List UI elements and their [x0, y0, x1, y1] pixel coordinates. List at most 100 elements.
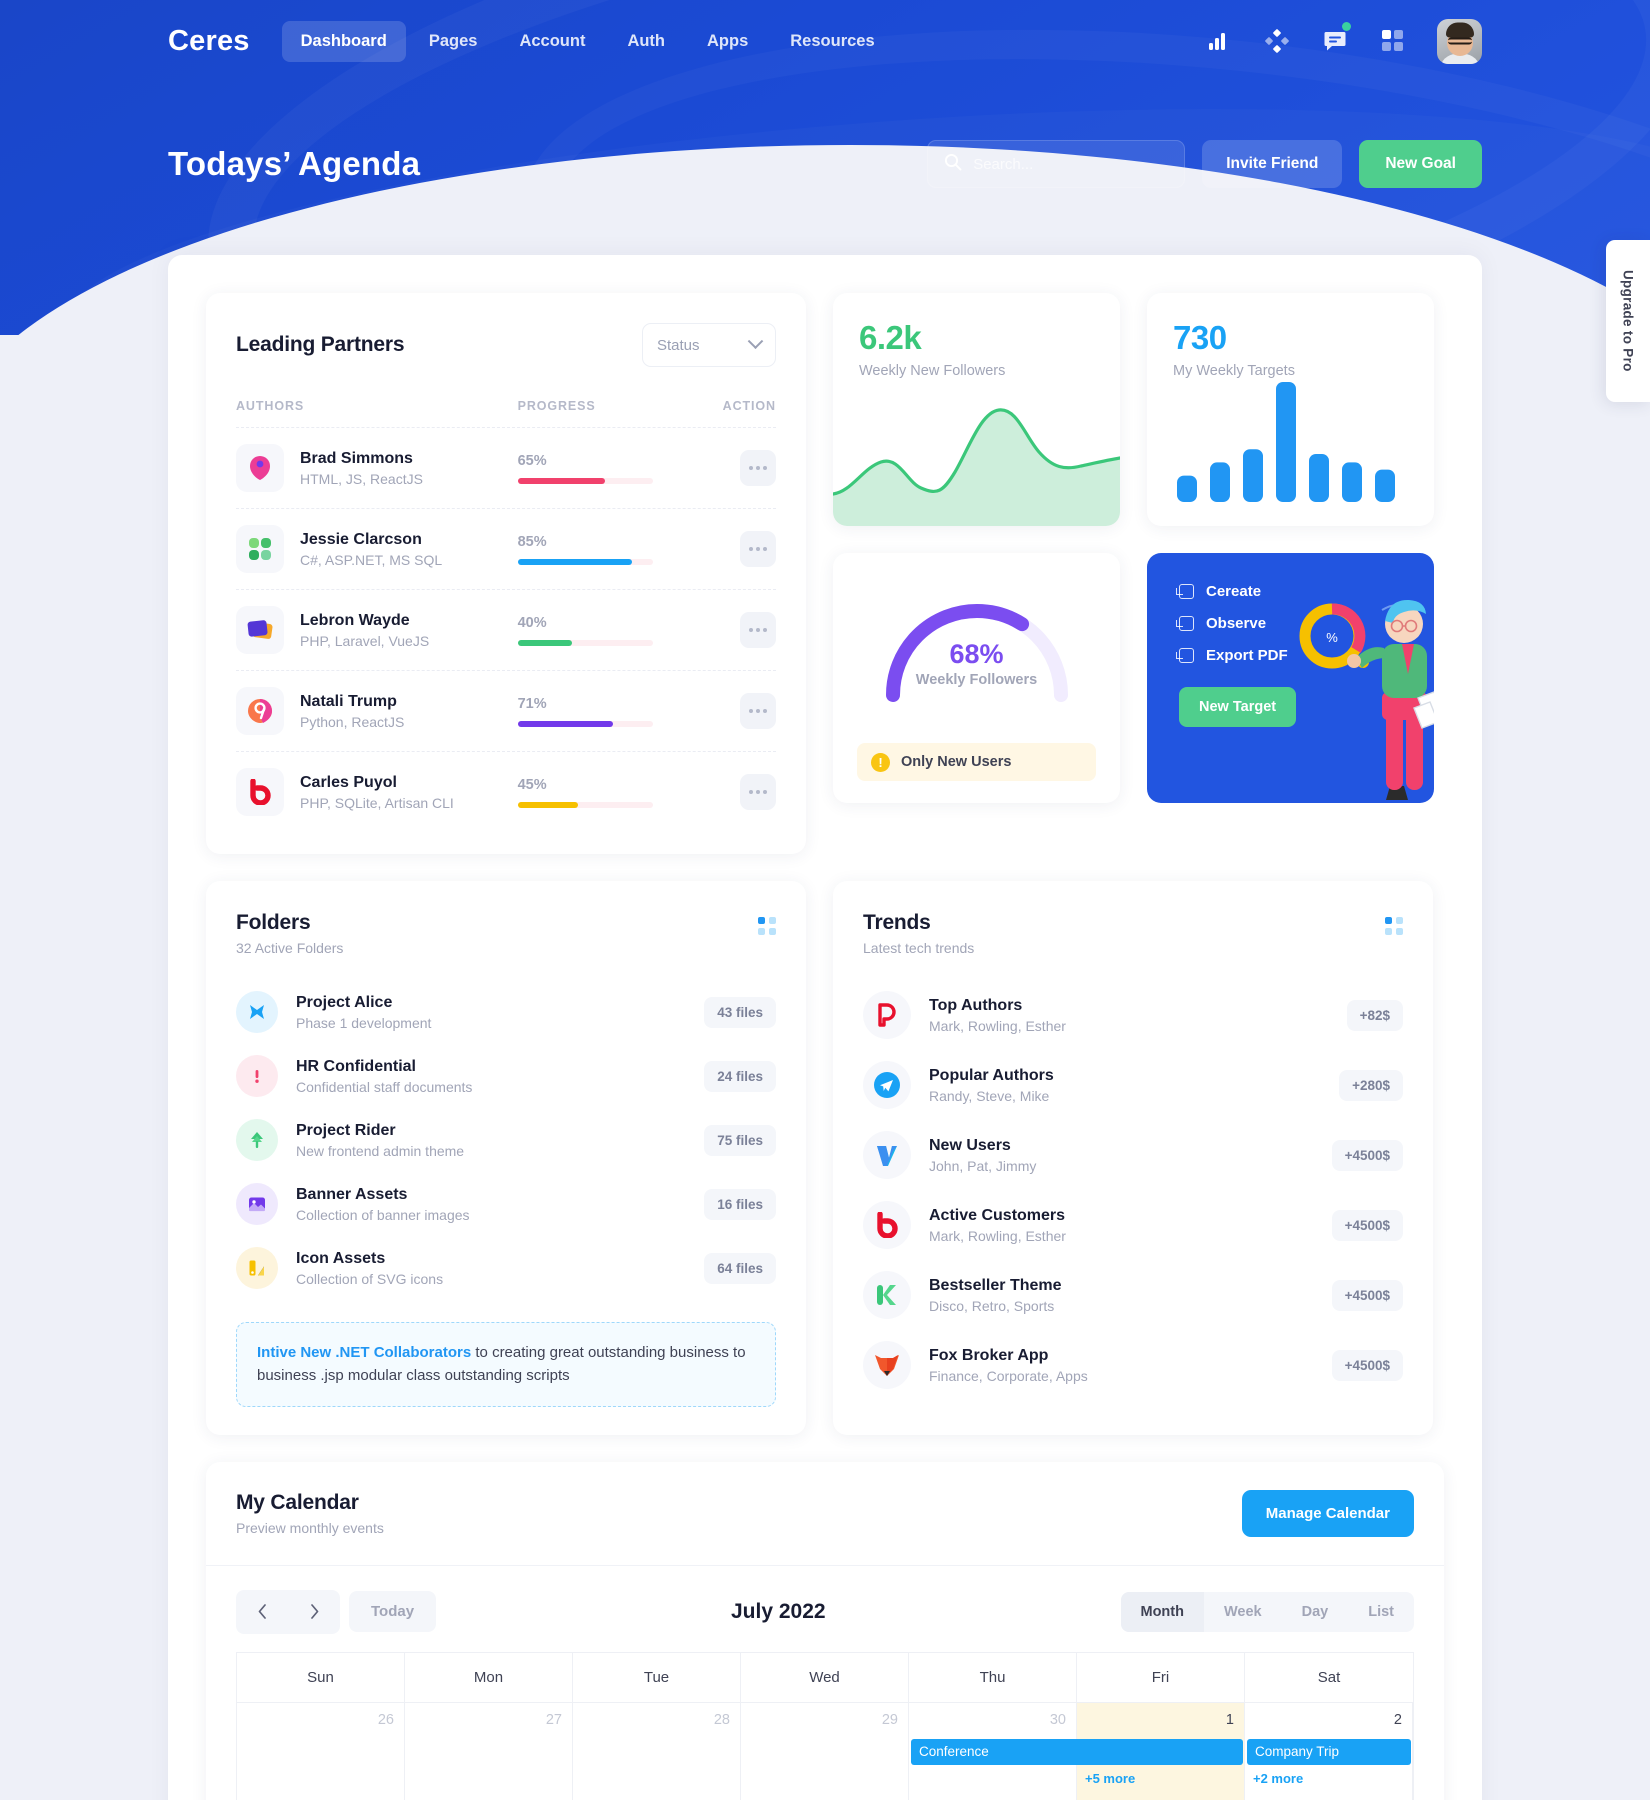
avatar[interactable] — [1437, 18, 1482, 64]
calendar-day-number: 26 — [377, 1711, 394, 1728]
list-item[interactable]: New Users John, Pat, Jimmy +4500$ — [863, 1120, 1403, 1190]
calendar-dow-header: Sat — [1317, 1668, 1341, 1686]
promo-label-observe: Observe — [1206, 615, 1267, 632]
table-row[interactable]: Lebron Wayde PHP, Laravel, VueJS 40% — [236, 589, 776, 670]
list-item[interactable]: Project Alice Phase 1 development 43 files — [236, 980, 776, 1044]
x-mark-icon — [236, 991, 278, 1033]
calendar-month-label: July 2022 — [730, 1599, 826, 1623]
weekly-followers-gauge-card: 68% Weekly Followers ! Only New Users — [833, 553, 1120, 803]
table-row[interactable]: Carles Puyol PHP, SQLite, Artisan CLI 45% — [236, 751, 776, 832]
view-day[interactable]: Day — [1282, 1592, 1349, 1632]
partner-name: Jessie Clarcson — [300, 530, 422, 548]
trend-amount: +4500$ — [1331, 1349, 1403, 1381]
trend-desc: Mark, Rowling, Esther — [929, 1017, 1066, 1034]
calendar-day-number: 1 — [1225, 1711, 1234, 1728]
view-month[interactable]: Month — [1120, 1591, 1204, 1632]
list-item[interactable]: Fox Broker App Finance, Corporate, Apps +4… — [863, 1330, 1403, 1400]
topbar: Ceres Dashboard Pages Account Auth Apps … — [0, 0, 1650, 82]
folder-desc: New frontend admin theme — [296, 1142, 465, 1159]
grid-icon[interactable] — [1379, 27, 1407, 55]
chat-bubble-icon[interactable] — [1321, 22, 1351, 55]
new-target-promo-card: Cereate Observe Export PDF New Target % — [1147, 553, 1434, 803]
calendar-view-switcher: Month Week Day List — [1120, 1591, 1414, 1632]
page-title: Todays’ Agenda — [168, 145, 421, 182]
calendar-week-1: 26 27 28 29 30 1 2 Conference Company Trip +5 mor… — [237, 1701, 1413, 1800]
upgrade-to-pro-tab[interactable]: Upgrade to Pro — [1606, 240, 1650, 402]
list-item[interactable]: Bestseller Theme Disco, Retro, Sports +450… — [863, 1260, 1403, 1330]
partner-progress-cell: 45% — [517, 777, 707, 808]
status-select-value: Status — [657, 336, 700, 354]
folders-subtitle: 32 Active Folders — [236, 940, 344, 956]
partner-percent: 40% — [517, 614, 547, 631]
partner-percent: 65% — [517, 452, 547, 469]
collaborators-link[interactable]: Intive New .NET Collaborators — [257, 1344, 471, 1361]
progress-fill — [517, 558, 633, 565]
list-item[interactable]: Top Authors Mark, Rowling, Esther +82$ — [863, 980, 1403, 1050]
row-menu-button[interactable] — [740, 774, 776, 810]
view-list[interactable]: List — [1348, 1592, 1414, 1632]
today-button[interactable]: Today — [349, 1591, 437, 1632]
folder-name: Icon Assets — [296, 1249, 386, 1267]
invite-friend-button[interactable]: Invite Friend — [1202, 140, 1343, 188]
list-item[interactable]: Banner Assets Collection of banner images… — [236, 1172, 776, 1236]
nav-item-dashboard[interactable]: Dashboard — [281, 20, 406, 62]
calendar-day-number: 27 — [545, 1711, 562, 1728]
trend-amount: +4500$ — [1331, 1279, 1403, 1311]
trend-name: Popular Authors — [929, 1066, 1054, 1084]
table-row[interactable]: Natali Trump Python, ReactJS 71% — [236, 670, 776, 751]
nav-item-pages[interactable]: Pages — [410, 21, 497, 62]
calendar-day-cell[interactable]: 27 — [405, 1702, 573, 1800]
partner-action-cell — [707, 531, 776, 567]
content-shell: Leading Partners Status AUTHORS PROGRESS… — [168, 255, 1482, 1800]
calendar-grid: Sun Mon Tue Wed Thu Fri Sat 26 27 28 29 30 1 2 Confer… — [236, 1651, 1414, 1800]
row-menu-button[interactable] — [740, 693, 776, 729]
main-nav: Dashboard Pages Account Auth Apps Resour… — [281, 20, 894, 62]
row-menu-button[interactable] — [740, 612, 776, 648]
avatar-glasses — [1447, 37, 1472, 45]
calendar-more-link[interactable]: +5 more — [1085, 1771, 1135, 1786]
table-row[interactable]: Brad Simmons HTML, JS, ReactJS 65% — [236, 427, 776, 508]
bloomberg-icon — [236, 768, 284, 816]
manage-calendar-button[interactable]: Manage Calendar — [1241, 1489, 1414, 1537]
calendar-more-link[interactable]: +2 more — [1253, 1771, 1303, 1786]
brand-logo[interactable]: Ceres — [168, 25, 250, 58]
chevron-left-icon[interactable] — [236, 1589, 288, 1634]
gauge: 68% Weekly Followers — [877, 595, 1077, 703]
grid-icon[interactable] — [1385, 917, 1403, 935]
folder-name: Banner Assets — [296, 1185, 408, 1203]
folder-file-count: 43 files — [704, 996, 776, 1028]
calendar-day-cell[interactable]: 29 — [741, 1702, 909, 1800]
row-menu-button[interactable] — [740, 450, 776, 486]
table-row[interactable]: Jessie Clarcson C#, ASP.NET, MS SQL 85% — [236, 508, 776, 589]
chevron-right-icon[interactable] — [288, 1589, 340, 1634]
progress-track — [517, 801, 653, 808]
calendar-day-cell[interactable]: 26 — [237, 1702, 405, 1800]
list-item[interactable]: Popular Authors Randy, Steve, Mike +280$ — [863, 1050, 1403, 1120]
tree-icon — [236, 1119, 278, 1161]
row-menu-button[interactable] — [740, 531, 776, 567]
view-week[interactable]: Week — [1204, 1592, 1282, 1632]
list-item[interactable]: Icon Assets Collection of SVG icons 64 fil… — [236, 1236, 776, 1300]
search-input[interactable] — [973, 155, 1169, 173]
list-item[interactable]: HR Confidential Confidential staff docume… — [236, 1044, 776, 1108]
bar-chart-icon[interactable] — [1205, 27, 1233, 55]
status-select[interactable]: Status — [642, 323, 776, 367]
calendar-day-cell[interactable]: 28 — [573, 1702, 741, 1800]
progress-fill — [517, 477, 606, 484]
nav-item-auth[interactable]: Auth — [608, 21, 684, 62]
calendar-event[interactable]: Conference — [911, 1738, 1243, 1765]
nav-item-apps[interactable]: Apps — [688, 21, 767, 62]
calendar-event[interactable]: Company Trip — [1247, 1738, 1411, 1765]
targets-label: My Weekly Targets — [1173, 363, 1295, 379]
partner-author-cell: Jessie Clarcson C#, ASP.NET, MS SQL — [236, 525, 518, 573]
calendar-dow-header: Thu — [909, 1652, 1077, 1702]
nav-item-resources[interactable]: Resources — [771, 21, 893, 62]
diamond-cluster-icon[interactable] — [1263, 27, 1291, 55]
list-item[interactable]: Project Rider New frontend admin theme 75 … — [236, 1108, 776, 1172]
new-goal-button[interactable]: New Goal — [1359, 140, 1482, 188]
search-box[interactable] — [927, 140, 1186, 188]
nav-item-account[interactable]: Account — [500, 21, 604, 62]
new-target-button[interactable]: New Target — [1179, 687, 1297, 727]
list-item[interactable]: Active Customers Mark, Rowling, Esther +45… — [863, 1190, 1403, 1260]
grid-icon[interactable] — [758, 917, 776, 935]
